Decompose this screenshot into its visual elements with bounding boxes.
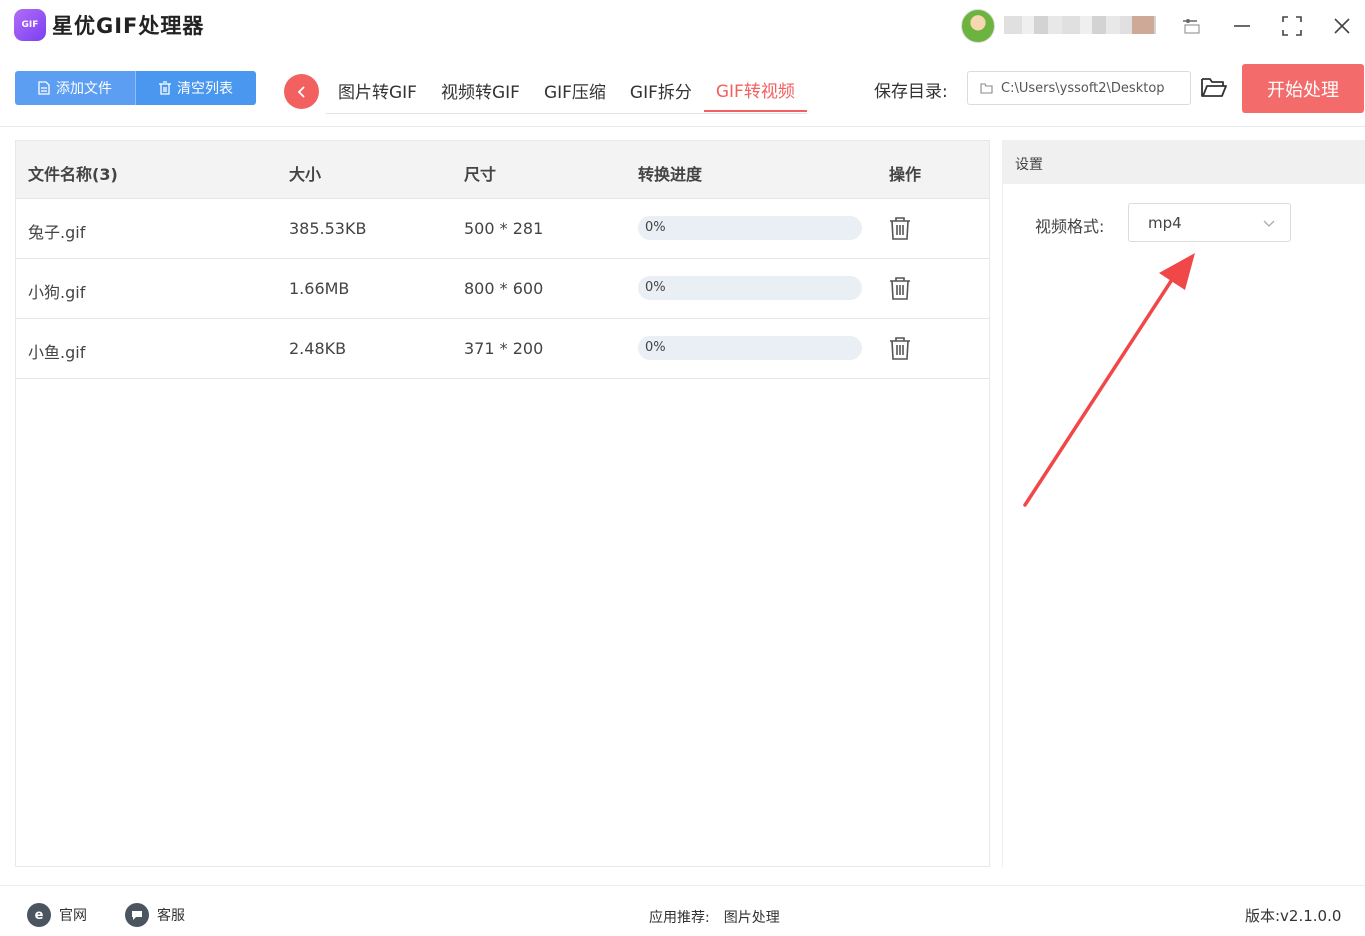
website-link[interactable]: e 官网: [27, 903, 87, 927]
browser-e-icon: e: [27, 903, 51, 927]
file-dimensions: 500 * 281: [464, 219, 544, 238]
clear-list-label: 清空列表: [177, 80, 233, 96]
back-button[interactable]: [284, 74, 319, 109]
progress-bar: 0%: [638, 336, 862, 360]
tab-image-to-gif[interactable]: 图片转GIF: [326, 68, 429, 112]
file-dimensions: 800 * 600: [464, 279, 544, 298]
app-logo-icon: GIF: [14, 9, 46, 41]
header-size: 大小: [289, 165, 322, 184]
settings-header: 设置: [1003, 140, 1365, 184]
file-list-empty-area[interactable]: [16, 379, 989, 866]
file-name: 兔子.gif: [28, 223, 86, 242]
folder-small-icon: [980, 82, 993, 94]
maximize-icon[interactable]: [1276, 10, 1308, 42]
file-name: 小狗.gif: [28, 283, 86, 302]
tab-video-to-gif[interactable]: 视频转GIF: [429, 68, 532, 112]
progress-text: 0%: [645, 340, 666, 355]
settings-title: 设置: [1015, 157, 1043, 173]
support-label: 客服: [157, 908, 185, 924]
file-list-panel: 文件名称(3) 大小 尺寸 转换进度 操作 兔子.gif 385.53KB 50…: [15, 140, 990, 867]
tab-gif-to-video[interactable]: GIF转视频: [703, 68, 807, 112]
save-path-value: C:\Users\yssoft2\Desktop: [1001, 80, 1165, 96]
table-row[interactable]: 兔子.gif 385.53KB 500 * 281 0%: [16, 199, 989, 259]
title-bar: GIF 星优GIF处理器: [0, 0, 1365, 52]
toolbar-divider: [0, 126, 1365, 127]
delete-icon[interactable]: [889, 276, 911, 300]
tab-gif-split[interactable]: GIF拆分: [618, 68, 704, 112]
close-icon[interactable]: [1326, 10, 1358, 42]
file-dimensions: 371 * 200: [464, 339, 544, 358]
delete-icon[interactable]: [889, 336, 911, 360]
file-size: 2.48KB: [289, 339, 347, 358]
minimize-icon[interactable]: [1226, 10, 1258, 42]
logo-text: GIF: [21, 20, 39, 30]
trash-icon: [159, 81, 171, 95]
table-row[interactable]: 小鱼.gif 2.48KB 371 * 200 0%: [16, 319, 989, 379]
header-action: 操作: [889, 165, 922, 184]
file-size: 1.66MB: [289, 279, 350, 298]
chevron-left-icon: [297, 85, 305, 98]
recommend-link[interactable]: 图片处理: [724, 907, 780, 927]
clear-list-button[interactable]: 清空列表: [135, 71, 256, 105]
video-format-label: 视频格式:: [1035, 217, 1105, 236]
chat-bubble-icon: [125, 903, 149, 927]
add-file-button[interactable]: 添加文件: [15, 71, 135, 105]
file-size: 385.53KB: [289, 219, 367, 238]
progress-bar: 0%: [638, 276, 862, 300]
header-file-name: 文件名称(3): [28, 165, 118, 184]
save-dir-label: 保存目录:: [874, 82, 948, 102]
video-format-value: mp4: [1148, 213, 1182, 232]
progress-text: 0%: [645, 220, 666, 235]
table-header: 文件名称(3) 大小 尺寸 转换进度 操作: [16, 141, 989, 199]
progress-bar: 0%: [638, 216, 862, 240]
file-name: 小鱼.gif: [28, 343, 86, 362]
recommend-label: 应用推荐:: [649, 910, 710, 926]
header-progress: 转换进度: [638, 165, 703, 184]
progress-text: 0%: [645, 280, 666, 295]
folder-open-icon[interactable]: [1200, 74, 1232, 104]
version-text: 版本:v2.1.0.0: [1245, 907, 1342, 925]
add-file-label: 添加文件: [56, 80, 112, 96]
tab-gif-compress[interactable]: GIF压缩: [532, 68, 618, 112]
table-row[interactable]: 小狗.gif 1.66MB 800 * 600 0%: [16, 259, 989, 319]
user-avatar[interactable]: [961, 9, 995, 43]
file-icon: [38, 81, 50, 95]
annotation-arrow: [1023, 253, 1195, 507]
support-link[interactable]: 客服: [125, 903, 185, 927]
username-redacted[interactable]: [1004, 16, 1156, 34]
app-title: 星优GIF处理器: [52, 14, 205, 38]
file-button-group: 添加文件 清空列表: [15, 71, 256, 105]
function-tabs: 图片转GIF 视频转GIF GIF压缩 GIF拆分 GIF转视频: [326, 68, 807, 114]
chevron-down-icon: [1263, 220, 1275, 227]
settings-menu-icon[interactable]: [1174, 10, 1206, 42]
video-format-select[interactable]: mp4: [1128, 203, 1291, 242]
save-path-input[interactable]: C:\Users\yssoft2\Desktop: [967, 71, 1191, 105]
header-dimensions: 尺寸: [464, 165, 497, 184]
start-process-button[interactable]: 开始处理: [1242, 64, 1364, 113]
footer-bar: e 官网 客服 应用推荐: 图片处理 版本:v2.1.0.0: [0, 885, 1365, 936]
website-label: 官网: [59, 908, 87, 924]
app-recommend: 应用推荐: 图片处理: [649, 907, 780, 927]
delete-icon[interactable]: [889, 216, 911, 240]
